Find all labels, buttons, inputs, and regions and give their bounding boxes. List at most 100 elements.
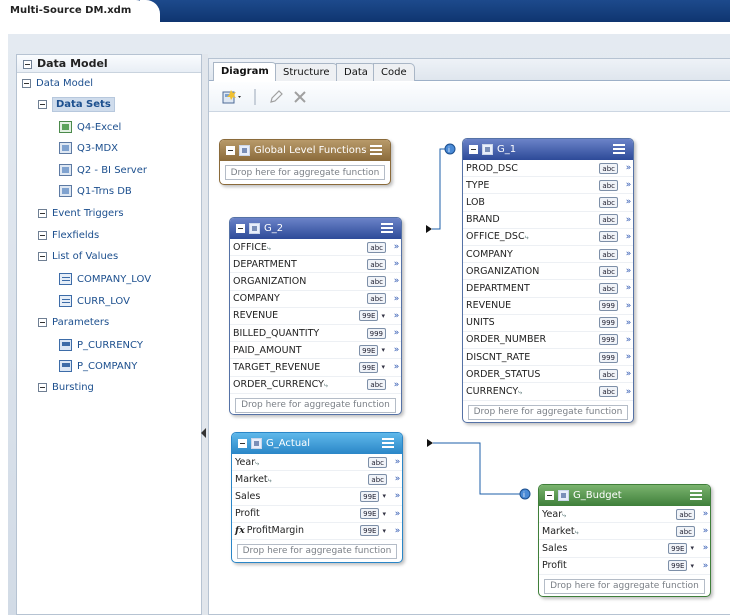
element-row[interactable]: BILLED_QUANTITY 999» (230, 325, 401, 343)
dropdown-icon[interactable]: ▾ (382, 492, 386, 500)
expand-arrow-icon[interactable]: » (698, 543, 710, 553)
collapse-icon[interactable] (238, 439, 247, 448)
dropdown-icon[interactable]: ▾ (381, 363, 385, 371)
element-row[interactable]: ORGANIZATION abc» (463, 263, 633, 281)
dropdown-icon[interactable]: ▾ (382, 527, 386, 535)
collapse-panel-arrow-icon[interactable] (201, 428, 206, 438)
dropdown-icon[interactable]: ▾ (690, 562, 694, 570)
element-row[interactable]: CURRENCY⤷ abc» (463, 383, 633, 401)
group-g1[interactable]: G_1 PROD_DSC abc» TYPE abc» LOB abc» BRAND a… (462, 138, 634, 423)
element-row[interactable]: COMPANY abc» (230, 291, 401, 308)
tree-node-event-triggers[interactable]: Event Triggers (38, 208, 124, 219)
expand-arrow-icon[interactable]: » (621, 335, 633, 345)
element-row[interactable]: Year⤷ abc» (232, 454, 402, 472)
dropdown-icon[interactable]: ▾ (690, 544, 694, 552)
aggregate-drop-zone[interactable]: Drop here for aggregate function (235, 397, 396, 413)
global-functions-box[interactable]: Global Level Functions Drop here for agg… (219, 139, 391, 185)
tree-node-bursting[interactable]: Bursting (38, 382, 94, 393)
element-row[interactable]: TYPE abc» (463, 177, 633, 195)
element-row[interactable]: TARGET_REVENUE 99E ▾ » (230, 359, 401, 377)
expand-arrow-icon[interactable]: » (698, 526, 710, 536)
group-header[interactable]: G_2 (230, 218, 401, 239)
tree-item-p-company[interactable]: P_COMPANY (59, 360, 137, 372)
tree-item-q3-mdx[interactable]: Q3-MDX (59, 142, 118, 154)
expand-arrow-icon[interactable]: » (389, 328, 401, 338)
element-row[interactable]: Market⤷ abc» (232, 471, 402, 489)
element-row[interactable]: DEPARTMENT abc» (230, 256, 401, 274)
group-g-actual[interactable]: G_Actual Year⤷ abc» Market⤷ abc» Sales 99E ▾… (231, 432, 403, 563)
collapse-icon[interactable] (236, 224, 245, 233)
element-row[interactable]: PROD_DSC abc» (463, 160, 633, 178)
dropdown-icon[interactable]: ▾ (381, 312, 385, 320)
group-g-budget[interactable]: G_Budget Year⤷ abc» Market⤷ abc» Sales 99E ▾… (538, 484, 711, 597)
collapse-icon[interactable] (469, 145, 478, 154)
element-row[interactable]: Profit 99E ▾ » (539, 558, 710, 575)
element-row[interactable]: PAID_AMOUNT 99E ▾ » (230, 342, 401, 360)
element-row[interactable]: REVENUE 99E ▾ » (230, 308, 401, 325)
group-header[interactable]: G_Budget (539, 485, 710, 506)
element-row[interactable]: ORDER_NUMBER 999» (463, 332, 633, 350)
collapse-icon[interactable] (38, 209, 47, 218)
collapse-icon[interactable] (38, 318, 47, 327)
element-row[interactable]: LOB abc» (463, 194, 633, 212)
element-row[interactable]: COMPANY abc» (463, 246, 633, 264)
collapse-icon[interactable] (38, 252, 47, 261)
expand-arrow-icon[interactable]: » (389, 380, 401, 390)
collapse-icon[interactable] (545, 491, 554, 500)
expand-arrow-icon[interactable]: » (621, 180, 633, 190)
collapse-icon[interactable] (23, 59, 32, 69)
element-row[interactable]: UNITS 999» (463, 315, 633, 332)
group-menu-icon[interactable] (381, 223, 393, 233)
expand-arrow-icon[interactable]: » (621, 249, 633, 259)
group-g2[interactable]: G_2 OFFICE⤷ abc» DEPARTMENT abc» ORGANIZAT… (229, 217, 402, 415)
tree-node-flexfields[interactable]: Flexfields (38, 230, 99, 241)
tree-item-q4-excel[interactable]: Q4-Excel (59, 121, 121, 133)
tab-code[interactable]: Code (373, 63, 415, 81)
element-row[interactable]: Year⤷ abc» (539, 506, 710, 524)
expand-arrow-icon[interactable]: » (621, 369, 633, 379)
expand-arrow-icon[interactable]: » (621, 266, 633, 276)
element-row[interactable]: ORDER_STATUS abc» (463, 366, 633, 384)
aggregate-drop-zone[interactable]: Drop here for aggregate function (237, 543, 397, 559)
expand-arrow-icon[interactable]: » (621, 163, 633, 173)
tree-item-curr-lov[interactable]: CURR_LOV (59, 295, 130, 307)
expand-arrow-icon[interactable]: » (389, 259, 401, 269)
dropdown-icon[interactable]: ▾ (382, 510, 386, 518)
aggregate-drop-zone[interactable]: Drop here for aggregate function (225, 165, 385, 180)
element-row[interactable]: OFFICE_DSC⤷ abc» (463, 229, 633, 246)
group-menu-icon[interactable] (690, 490, 702, 500)
element-row[interactable]: Profit 99E ▾ » (232, 506, 402, 523)
element-row[interactable]: BRAND abc» (463, 212, 633, 229)
tree-item-q1-trns-db[interactable]: Q1-Trns DB (59, 185, 132, 197)
tab-structure[interactable]: Structure (275, 63, 338, 81)
tree-root[interactable]: Data Model (22, 78, 93, 89)
element-row[interactable]: Market⤷ abc» (539, 523, 710, 541)
group-menu-icon[interactable] (382, 438, 394, 448)
aggregate-drop-zone[interactable]: Drop here for aggregate function (544, 578, 705, 594)
tab-data[interactable]: Data (336, 63, 376, 81)
expand-arrow-icon[interactable]: » (698, 509, 710, 519)
expand-arrow-icon[interactable]: » (389, 294, 401, 304)
element-row[interactable]: ORGANIZATION abc» (230, 273, 401, 291)
tab-diagram[interactable]: Diagram (213, 62, 277, 81)
expand-arrow-icon[interactable]: » (390, 474, 402, 484)
element-row[interactable]: OFFICE⤷ abc» (230, 239, 401, 257)
tree-node-parameters[interactable]: Parameters (38, 317, 109, 328)
group-menu-icon[interactable] (613, 144, 625, 154)
expand-arrow-icon[interactable]: » (389, 345, 401, 355)
expand-arrow-icon[interactable]: » (389, 242, 401, 252)
element-row[interactable]: DISCNT_RATE 999» (463, 349, 633, 367)
element-row[interactable]: ORDER_CURRENCY⤷ abc» (230, 377, 401, 394)
tree-node-data-sets[interactable]: Data Sets (38, 97, 115, 112)
group-header[interactable]: G_1 (463, 139, 633, 160)
element-row[interactable]: DEPARTMENT abc» (463, 280, 633, 298)
expand-arrow-icon[interactable]: » (389, 362, 401, 372)
aggregate-drop-zone[interactable]: Drop here for aggregate function (468, 404, 628, 420)
expand-arrow-icon[interactable]: » (621, 352, 633, 362)
tree-node-list-of-values[interactable]: List of Values (38, 251, 118, 262)
tree-item-q2-bi-server[interactable]: Q2 - BI Server (59, 164, 147, 176)
element-row[interactable]: REVENUE 999» (463, 298, 633, 315)
expand-arrow-icon[interactable]: » (621, 283, 633, 293)
document-tab[interactable]: Multi-Source DM.xdm (0, 0, 148, 22)
element-row[interactable]: Sales 99E ▾ » (539, 540, 710, 558)
